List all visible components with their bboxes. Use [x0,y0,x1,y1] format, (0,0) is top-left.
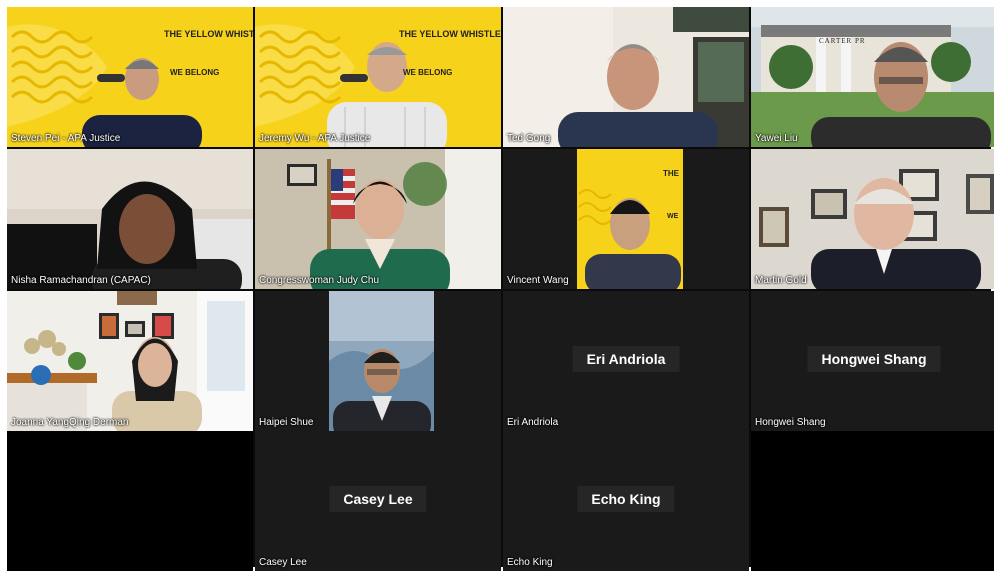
video-tile-haipei-shue[interactable]: Haipei Shue [255,291,501,431]
video-tile-ted-gong[interactable]: Ted Gong [503,7,749,147]
banner-text-line2: WE BELONG [403,68,453,77]
participant-name: Hongwei Shang [755,417,826,428]
video-tile-eri-andriola[interactable]: Eri Andriola Eri Andriola [503,291,749,431]
participant-name: Congresswoman Judy Chu [259,275,380,286]
participant-video [7,7,253,147]
video-tile-steven-pei[interactable]: THE YELLOW WHISTLE WE BELONG Steven Pei … [7,7,253,147]
video-tile-nisha-ramachandran[interactable]: Nisha Ramachandran (CAPAC) [7,149,253,289]
video-tile-vincent-wang[interactable]: THE WE Vincent Wang [503,149,749,289]
video-tile-jeremy-wu[interactable]: THE YELLOW WHISTLE WE BELONG Jeremy Wu -… [255,7,501,147]
participant-name: Steven Pei - APA Justice [11,133,121,144]
participant-video [751,149,994,289]
building-sign: CARTER PR [819,37,866,45]
banner-text-line1: THE YELLOW WHISTLE [164,29,253,39]
participant-name: Martin Gold [755,275,807,286]
video-tile-yawei-liu[interactable]: CARTER PR Yawei Liu [751,7,994,147]
participant-display-name: Hongwei Shang [807,346,941,372]
empty-grid-cell [7,431,253,571]
video-tile-echo-king[interactable]: Echo King Echo King [503,431,749,571]
participant-video [329,291,434,431]
participant-video [255,149,501,289]
participant-video: THE WE [577,149,683,289]
participant-name: Yawei Liu [755,133,798,144]
participant-name: Jeremy Wu - APA Justice [259,133,371,144]
participant-name: Echo King [507,557,553,568]
video-tile-martin-gold[interactable]: Martin Gold [751,149,994,289]
banner-text-line2: WE BELONG [170,68,220,77]
participant-name: Haipei Shue [259,417,314,428]
participant-name: Joanna YangQing Derman [11,417,129,428]
banner-text-line1: THE YELLOW WHISTLE [399,29,501,39]
participant-display-name: Echo King [577,486,675,512]
participant-name: Vincent Wang [507,275,569,286]
svg-text:THE: THE [663,169,680,178]
participant-video [7,149,253,289]
participant-video [503,7,749,147]
video-tile-judy-chu[interactable]: Congresswoman Judy Chu [255,149,501,289]
video-tile-casey-lee[interactable]: Casey Lee Casey Lee [255,431,501,571]
video-tile-joanna-derman[interactable]: Joanna YangQing Derman [7,291,253,431]
video-tile-hongwei-shang[interactable]: Hongwei Shang Hongwei Shang [751,291,994,431]
participant-video [7,291,253,431]
participant-display-name: Casey Lee [329,486,427,512]
participant-video [751,7,994,147]
participant-name: Ted Gong [507,133,551,144]
participant-video [255,7,501,147]
svg-text:WE: WE [667,213,679,220]
participant-name: Casey Lee [259,557,307,568]
participant-name: Nisha Ramachandran (CAPAC) [11,275,151,286]
participant-display-name: Eri Andriola [572,346,680,372]
video-grid: THE YELLOW WHISTLE WE BELONG Steven Pei … [7,7,994,571]
participant-name: Eri Andriola [507,417,559,428]
empty-grid-cell [751,431,994,571]
